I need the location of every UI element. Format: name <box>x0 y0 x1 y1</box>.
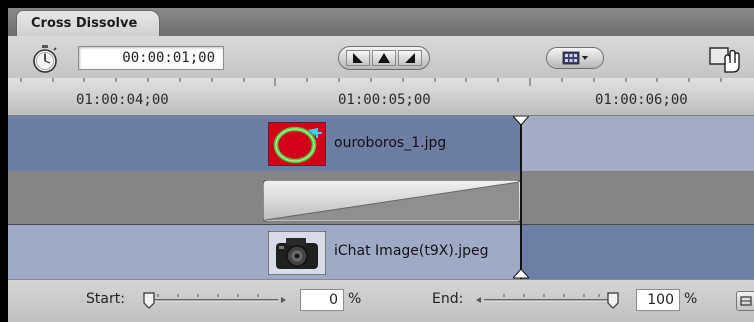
ruler-ticks <box>20 78 722 86</box>
duration-timecode-field[interactable]: 00:00:01;00 <box>78 46 224 70</box>
start-percent-field[interactable]: 0 <box>300 289 344 311</box>
transition-editor-window: Cross Dissolve 00:00:01;00 01:00:04;00 0… <box>0 0 754 322</box>
thumbnail-popup-button[interactable] <box>546 47 604 69</box>
align-center-icon <box>378 53 390 63</box>
clip-a-name: ouroboros_1.jpg <box>334 135 447 151</box>
playhead-bottom-marker-icon[interactable] <box>513 268 529 279</box>
ouroboros-thumbnail-icon <box>268 122 326 166</box>
start-label: Start: <box>86 291 125 307</box>
end-label: End: <box>432 291 464 307</box>
alignment-segmented-control <box>338 46 430 70</box>
align-center-button[interactable] <box>372 50 396 66</box>
clip-b-name: iChat Image(t9X).jpeg <box>334 243 489 259</box>
stopwatch-icon <box>33 45 57 73</box>
track-incoming-tail <box>520 225 754 279</box>
reverse-icon <box>740 296 752 306</box>
toolbar: 00:00:01;00 <box>8 36 754 78</box>
ruler-label: 01:00:05;00 <box>338 92 431 108</box>
track-outgoing-tail <box>520 116 754 171</box>
end-percent-unit: % <box>684 291 698 307</box>
filmstrip-menu-icon <box>562 51 588 65</box>
align-end-button[interactable] <box>398 50 422 66</box>
align-end-icon <box>405 53 415 63</box>
end-percent-field[interactable]: 100 <box>636 289 680 311</box>
reverse-transition-button[interactable] <box>736 291 754 311</box>
start-percent-unit: % <box>348 291 362 307</box>
playhead-line[interactable] <box>520 116 522 279</box>
transition-ramp[interactable] <box>263 180 521 222</box>
start-slider[interactable] <box>138 290 288 310</box>
editor-panel: Cross Dissolve 00:00:01;00 01:00:04;00 0… <box>8 8 754 322</box>
align-start-button[interactable] <box>346 50 370 66</box>
ruler-label: 01:00:04;00 <box>76 92 169 108</box>
bottom-controls: Start: 0 % End: 100 % <box>8 279 754 322</box>
timeline-ruler[interactable]: 01:00:04;00 01:00:05;00 01:00:06;00 <box>8 78 754 116</box>
playhead-top-marker-icon[interactable] <box>513 116 529 126</box>
ruler-label: 01:00:06;00 <box>595 92 688 108</box>
end-slider[interactable] <box>474 290 624 310</box>
track-area: ouroboros_1.jpg iChat Image(t9X).jpeg <box>8 116 754 279</box>
end-slider-thumb <box>607 292 619 309</box>
tab-cross-dissolve[interactable]: Cross Dissolve <box>16 10 161 37</box>
align-start-icon <box>353 53 363 63</box>
drag-hand-icon[interactable] <box>708 44 742 74</box>
camera-thumbnail-icon <box>268 231 326 275</box>
tab-bar: Cross Dissolve <box>8 8 754 37</box>
start-slider-thumb <box>143 292 155 309</box>
